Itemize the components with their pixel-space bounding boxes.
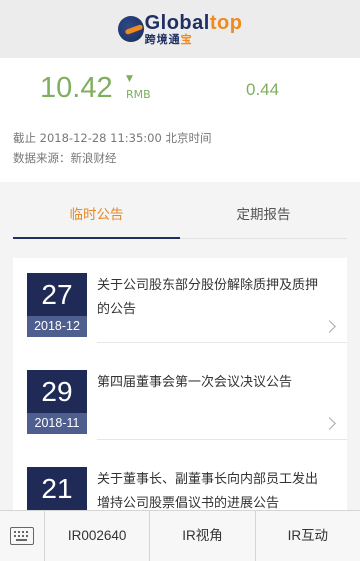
list-item[interactable]: 29 2018-11 第四届董事会第一次会议决议公告 [13, 355, 347, 452]
nav-ir-code[interactable]: IR002640 [45, 511, 151, 561]
date-badge: 29 2018-11 [27, 370, 87, 434]
announcement-title[interactable]: 第四届董事会第一次会议决议公告 [97, 371, 329, 395]
date-badge: 21 [27, 467, 87, 510]
app-header: Globaltop 跨境通宝 [0, 0, 360, 58]
triangle-down-icon: ▼ [126, 74, 133, 84]
announcement-title[interactable]: 关于董事长、副董事长向内部员工发出增持公司股票倡议书的进展公告 [97, 468, 329, 510]
nav-ir-interaction[interactable]: IR互动 [256, 511, 360, 561]
date-day: 21 [27, 467, 87, 510]
divider [97, 342, 347, 343]
data-source: 数据来源：新浪财经 [13, 151, 117, 165]
logo-text: Globaltop 跨境通宝 [145, 13, 243, 45]
date-day: 27 [27, 273, 87, 316]
bottom-nav-bar: IR002640 IR视角 IR互动 [0, 510, 360, 561]
globaltop-logo[interactable]: Globaltop 跨境通宝 [117, 13, 243, 45]
announcement-title[interactable]: 关于公司股东部分股份解除质押及质押的公告 [97, 274, 329, 322]
stock-quote-panel: 10.42 ▼ RMB 0.44 截止 2018-12-28 11:35:00 … [0, 58, 360, 182]
logo-chinese-name: 跨境通宝 [144, 33, 193, 46]
date-badge: 27 2018-12 [27, 273, 87, 337]
date-year-month: 2018-12 [27, 316, 87, 337]
keyboard-button[interactable] [0, 511, 45, 561]
chevron-right-icon [323, 417, 336, 430]
list-item[interactable]: 21 关于董事长、副董事长向内部员工发出增持公司股票倡议书的进展公告 [13, 452, 347, 510]
quote-timestamp: 截止 2018-12-28 11:35:00 北京时间 [13, 131, 212, 145]
stock-price: 10.42 [40, 72, 113, 104]
announcement-tabs: 临时公告 定期报告 [13, 196, 347, 239]
logo-wordmark: Globaltop [144, 12, 243, 34]
list-item[interactable]: 27 2018-12 关于公司股东部分股份解除质押及质押的公告 [13, 258, 347, 355]
price-change: 0.44 [246, 80, 280, 99]
keyboard-icon [10, 527, 34, 545]
divider [97, 439, 347, 440]
nav-ir-perspective[interactable]: IR视角 [150, 511, 256, 561]
tab-temporary-announcements[interactable]: 临时公告 [13, 196, 180, 239]
chevron-right-icon [323, 320, 336, 333]
date-year-month: 2018-11 [27, 413, 87, 434]
date-day: 29 [27, 370, 87, 413]
announcement-list: 27 2018-12 关于公司股东部分股份解除质押及质押的公告 29 2018-… [13, 258, 347, 510]
currency-label: RMB [126, 88, 151, 101]
tab-periodic-reports[interactable]: 定期报告 [180, 196, 347, 238]
globe-logo-icon [117, 16, 144, 42]
